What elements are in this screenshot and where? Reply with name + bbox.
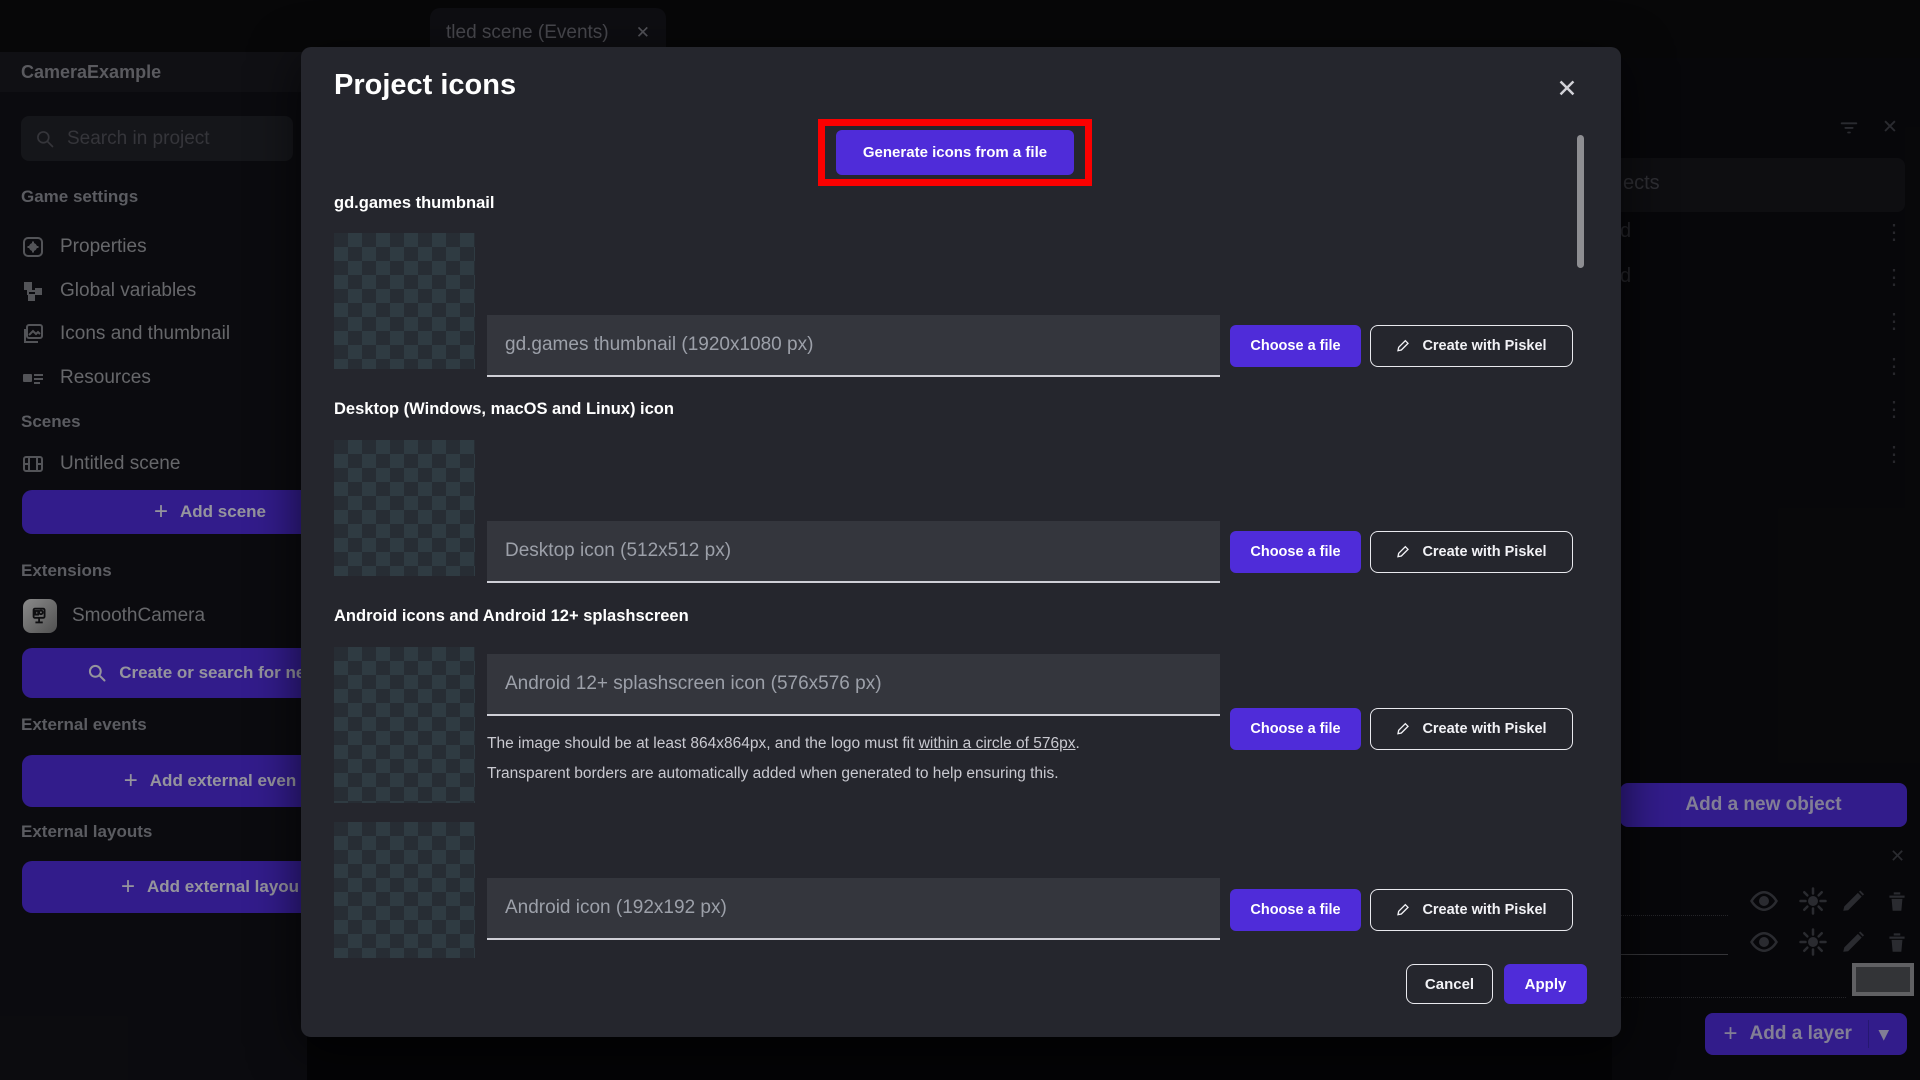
desktop-icon-preview-placeholder: [334, 440, 475, 576]
choose-file-button[interactable]: Choose a file: [1230, 531, 1361, 573]
thumbnail-preview-placeholder: [334, 233, 475, 369]
pencil-icon: [1396, 544, 1412, 560]
desktop-icon-file-input[interactable]: [487, 521, 1220, 583]
android-icon-preview-placeholder: [334, 822, 475, 958]
android-splash-preview-placeholder: [334, 647, 475, 803]
create-with-piskel-button[interactable]: Create with Piskel: [1370, 325, 1573, 367]
android-splash-file-input[interactable]: [487, 654, 1220, 716]
generate-icons-button[interactable]: Generate icons from a file: [836, 130, 1074, 175]
dialog-title: Project icons: [334, 69, 517, 101]
create-with-piskel-button[interactable]: Create with Piskel: [1370, 708, 1573, 750]
create-with-piskel-button[interactable]: Create with Piskel: [1370, 889, 1573, 931]
pencil-icon: [1396, 902, 1412, 918]
android-icon-file-input[interactable]: [487, 878, 1220, 940]
thumbnail-file-input[interactable]: [487, 315, 1220, 377]
android-splash-note-line2: Transparent borders are automatically ad…: [487, 765, 1059, 782]
choose-file-button[interactable]: Choose a file: [1230, 708, 1361, 750]
cancel-button[interactable]: Cancel: [1406, 964, 1493, 1004]
section-label-thumbnail: gd.games thumbnail: [334, 194, 495, 212]
dialog-scrollbar[interactable]: [1577, 135, 1584, 268]
section-label-android: Android icons and Android 12+ splashscre…: [334, 607, 689, 625]
choose-file-button[interactable]: Choose a file: [1230, 325, 1361, 367]
project-icons-dialog: Project icons ✕ Generate icons from a fi…: [301, 47, 1621, 1037]
pencil-icon: [1396, 721, 1412, 737]
apply-button[interactable]: Apply: [1504, 964, 1587, 1004]
pencil-icon: [1396, 338, 1412, 354]
note-underlined-text: within a circle of 576px: [918, 735, 1076, 752]
create-with-piskel-button[interactable]: Create with Piskel: [1370, 531, 1573, 573]
android-splash-note-line1: The image should be at least 864x864px, …: [487, 735, 1080, 752]
choose-file-button[interactable]: Choose a file: [1230, 889, 1361, 931]
section-label-desktop: Desktop (Windows, macOS and Linux) icon: [334, 400, 674, 418]
dialog-close-icon[interactable]: ✕: [1549, 71, 1585, 107]
